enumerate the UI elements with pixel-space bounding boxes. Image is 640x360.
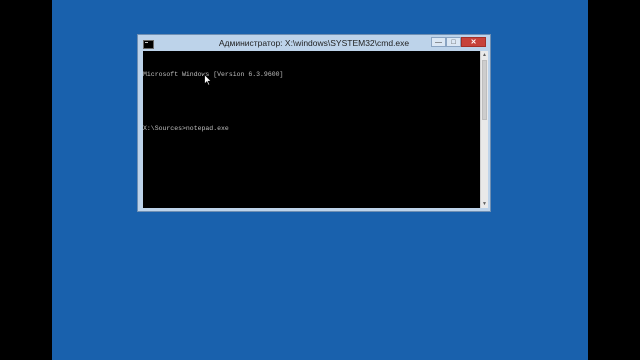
cmd-window[interactable]: Администратор: X:\windows\SYSTEM32\cmd.e… <box>137 34 491 212</box>
close-button[interactable]: ✕ <box>461 37 486 47</box>
console-line-version: Microsoft Windows [Version 6.3.9600] <box>143 71 284 78</box>
scroll-down-arrow-icon[interactable]: ▼ <box>481 200 488 208</box>
minimize-button[interactable]: — <box>431 37 446 47</box>
console-line-prompt: X:\Sources>notepad.exe <box>143 125 229 132</box>
window-controls: — □ ✕ <box>431 37 486 47</box>
vertical-scrollbar[interactable]: ▲ ▼ <box>480 51 488 208</box>
console-output[interactable]: Microsoft Windows [Version 6.3.9600] X:\… <box>143 51 480 208</box>
scroll-up-arrow-icon[interactable]: ▲ <box>481 51 488 59</box>
maximize-button[interactable]: □ <box>446 37 461 47</box>
mouse-pointer-icon <box>204 74 212 86</box>
scrollbar-thumb[interactable] <box>482 60 487 120</box>
console-line-blank <box>143 97 480 106</box>
